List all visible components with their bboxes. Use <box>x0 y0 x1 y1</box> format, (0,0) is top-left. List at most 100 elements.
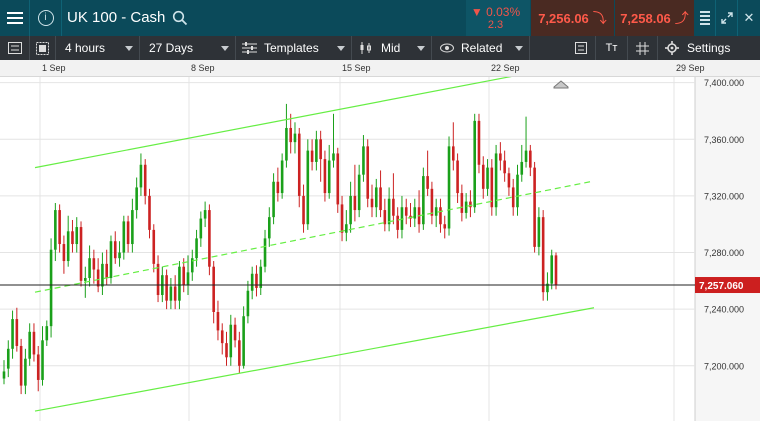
change-absolute: 2.3 <box>487 19 504 31</box>
candle <box>426 150 429 196</box>
candle <box>169 278 173 310</box>
expand-icon[interactable] <box>715 0 737 36</box>
indicators-icon[interactable] <box>566 36 596 60</box>
candle <box>66 215 70 267</box>
candle <box>268 207 271 247</box>
candle <box>507 167 511 196</box>
candle <box>404 198 408 225</box>
candle <box>238 331 241 373</box>
candle <box>430 181 434 225</box>
candle <box>319 130 322 182</box>
menu-icon[interactable] <box>0 0 30 36</box>
candle <box>477 113 481 174</box>
channel-mid-line[interactable] <box>34 181 591 293</box>
candle <box>49 238 53 338</box>
x-tick-label: 1 Sep <box>42 63 66 73</box>
candle <box>340 195 344 242</box>
channel-lower-line[interactable] <box>34 307 595 412</box>
settings-label: Settings <box>687 41 731 55</box>
close-icon[interactable]: ✕ <box>737 0 760 36</box>
templates-button[interactable]: Templates <box>236 36 352 60</box>
settings-button[interactable]: Settings <box>658 36 760 60</box>
candle <box>315 130 318 171</box>
candle <box>233 317 237 348</box>
candle <box>409 202 412 228</box>
candle <box>554 252 558 290</box>
candle <box>310 139 314 171</box>
candle <box>45 320 49 346</box>
candle <box>379 170 382 218</box>
candlestick-chart[interactable]: 7,400.000 7,360.000 7,320.000 7,280.000 7,24… <box>0 77 760 421</box>
candle <box>327 144 331 199</box>
templates-label: Templates <box>264 41 319 55</box>
chevron-down-icon <box>417 46 425 51</box>
candle <box>357 164 361 218</box>
candle <box>490 159 494 216</box>
chart-toolbar: 4 hours 27 Days Templates Mid Related Tт… <box>0 36 760 60</box>
candle <box>550 249 554 290</box>
x-tick-label: 8 Sep <box>191 63 215 73</box>
candle <box>216 300 220 341</box>
channel-upper-line[interactable] <box>34 77 560 169</box>
order-book-icon[interactable] <box>695 0 715 36</box>
sell-price: 7,256.06 <box>538 10 589 26</box>
interval-value: 4 hours <box>65 41 106 55</box>
candle <box>452 122 455 171</box>
text-size-icon[interactable]: Tт <box>596 36 628 60</box>
candle <box>143 159 147 205</box>
list-icon[interactable] <box>0 36 30 60</box>
trend-channel[interactable] <box>34 77 595 412</box>
candle <box>229 314 233 366</box>
candle <box>161 266 164 303</box>
candle <box>516 164 519 216</box>
chevron-down-icon <box>221 46 229 51</box>
candle <box>75 217 79 253</box>
change-percent: 0.03% <box>486 5 521 19</box>
candle <box>199 211 203 247</box>
buy-price-button[interactable]: 7,258.06 ⤴ <box>615 0 694 36</box>
candle <box>486 159 489 196</box>
candle <box>126 215 130 253</box>
candle <box>62 235 66 274</box>
drag-handle-icon[interactable] <box>553 80 569 89</box>
down-triangle-icon: ▼ <box>470 5 483 19</box>
interval-select[interactable]: 4 hours <box>56 36 140 60</box>
info-button[interactable]: i <box>30 0 62 36</box>
candle <box>105 249 108 286</box>
candle <box>413 198 417 228</box>
x-tick-label: 29 Sep <box>676 63 705 73</box>
candle <box>499 142 502 171</box>
down-arrow-icon: ⤵ <box>592 10 607 26</box>
y-tick-label: 7,400.000 <box>704 78 744 88</box>
chevron-down-icon <box>125 46 133 51</box>
candle <box>400 195 404 239</box>
candle <box>113 231 117 264</box>
range-select[interactable]: 27 Days <box>140 36 236 60</box>
price-change: ▼ 0.03% 2.3 <box>466 0 530 36</box>
candle <box>96 258 100 293</box>
grid-icon[interactable] <box>628 36 658 60</box>
candle <box>71 219 74 253</box>
y-tick-label: 7,280.000 <box>704 248 744 258</box>
related-label: Related <box>461 41 503 55</box>
sliders-icon <box>242 42 257 54</box>
layout-icon[interactable] <box>30 36 56 60</box>
candle <box>469 190 472 218</box>
sell-price-button[interactable]: 7,256.06 ⤵ <box>531 0 614 36</box>
x-axis: 1 Sep 8 Sep 15 Sep 22 Sep 29 Sep <box>0 60 760 77</box>
candle <box>541 210 545 301</box>
candle <box>417 190 421 233</box>
eye-icon <box>440 43 454 53</box>
x-tick-label: 22 Sep <box>491 63 520 73</box>
gear-icon <box>665 41 679 55</box>
search-icon[interactable] <box>172 10 188 26</box>
related-button[interactable]: Related <box>432 36 530 60</box>
candle <box>259 259 263 296</box>
candle <box>353 164 357 222</box>
candle <box>139 153 143 196</box>
current-price: 7,257.060 <box>0 277 760 294</box>
candle <box>276 167 280 202</box>
candle <box>88 245 91 287</box>
price-type-select[interactable]: Mid <box>352 36 432 60</box>
